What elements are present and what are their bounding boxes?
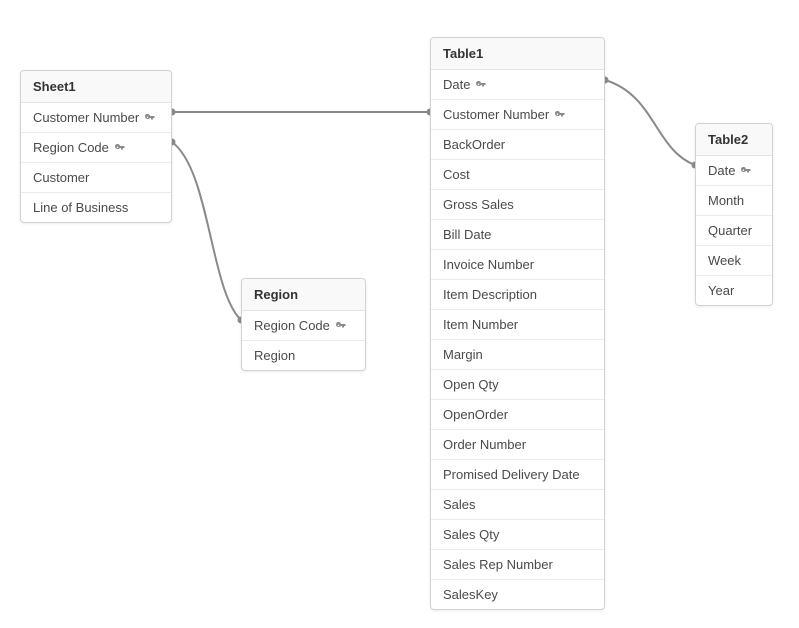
field-row[interactable]: Sales Rep Number: [431, 549, 604, 579]
field-label: Item Description: [443, 287, 537, 302]
key-icon: [144, 112, 156, 124]
field-label: Item Number: [443, 317, 518, 332]
field-row[interactable]: Gross Sales: [431, 189, 604, 219]
table-title[interactable]: Table1: [431, 38, 604, 70]
key-icon: [335, 320, 347, 332]
field-row[interactable]: Cost: [431, 159, 604, 189]
table-body: Date Month Quarter Week Year: [696, 156, 772, 305]
field-row[interactable]: Line of Business: [21, 192, 171, 222]
field-row[interactable]: Customer: [21, 162, 171, 192]
field-label: Line of Business: [33, 200, 128, 215]
field-label: Sales: [443, 497, 476, 512]
key-icon: [740, 165, 752, 177]
field-row[interactable]: Bill Date: [431, 219, 604, 249]
field-row[interactable]: Sales Qty: [431, 519, 604, 549]
field-label: Customer: [33, 170, 89, 185]
field-row[interactable]: Region Code: [242, 311, 365, 340]
field-label: Region Code: [254, 318, 330, 333]
table-title[interactable]: Region: [242, 279, 365, 311]
field-label: Quarter: [708, 223, 752, 238]
table-table1[interactable]: Table1 Date Customer Number BackOrder Cost G…: [430, 37, 605, 610]
table-title[interactable]: Table2: [696, 124, 772, 156]
field-label: Bill Date: [443, 227, 491, 242]
field-label: Year: [708, 283, 734, 298]
field-label: Date: [443, 77, 470, 92]
field-label: Region: [254, 348, 295, 363]
field-label: OpenOrder: [443, 407, 508, 422]
field-row[interactable]: Week: [696, 245, 772, 275]
field-label: Customer Number: [33, 110, 139, 125]
table-region[interactable]: Region Region Code Region: [241, 278, 366, 371]
field-row[interactable]: Open Qty: [431, 369, 604, 399]
field-label: Customer Number: [443, 107, 549, 122]
field-row[interactable]: Sales: [431, 489, 604, 519]
field-label: Gross Sales: [443, 197, 514, 212]
field-label: Sales Qty: [443, 527, 499, 542]
field-row[interactable]: Region Code: [21, 132, 171, 162]
field-label: Month: [708, 193, 744, 208]
field-row[interactable]: SalesKey: [431, 579, 604, 609]
field-row[interactable]: Year: [696, 275, 772, 305]
field-label: Date: [708, 163, 735, 178]
field-row[interactable]: Date: [431, 70, 604, 99]
field-row[interactable]: OpenOrder: [431, 399, 604, 429]
field-row[interactable]: Margin: [431, 339, 604, 369]
field-row[interactable]: Region: [242, 340, 365, 370]
field-row[interactable]: Item Description: [431, 279, 604, 309]
table-body: Date Customer Number BackOrder Cost Gross Sa…: [431, 70, 604, 609]
field-row[interactable]: Customer Number: [431, 99, 604, 129]
key-icon: [475, 79, 487, 91]
field-row[interactable]: Order Number: [431, 429, 604, 459]
field-label: Invoice Number: [443, 257, 534, 272]
field-label: Sales Rep Number: [443, 557, 553, 572]
table-title[interactable]: Sheet1: [21, 71, 171, 103]
field-label: SalesKey: [443, 587, 498, 602]
field-row[interactable]: Quarter: [696, 215, 772, 245]
table-body: Customer Number Region Code Customer Line o…: [21, 103, 171, 222]
table-sheet1[interactable]: Sheet1 Customer NumberRegion CodeCustome…: [20, 70, 172, 223]
field-row[interactable]: Customer Number: [21, 103, 171, 132]
field-row[interactable]: Month: [696, 185, 772, 215]
field-label: Promised Delivery Date: [443, 467, 580, 482]
field-row[interactable]: Promised Delivery Date: [431, 459, 604, 489]
field-label: Margin: [443, 347, 483, 362]
field-label: Week: [708, 253, 741, 268]
field-row[interactable]: BackOrder: [431, 129, 604, 159]
field-label: Open Qty: [443, 377, 499, 392]
field-label: Cost: [443, 167, 470, 182]
field-label: Order Number: [443, 437, 526, 452]
key-icon: [114, 142, 126, 154]
field-label: BackOrder: [443, 137, 505, 152]
field-label: Region Code: [33, 140, 109, 155]
table-table2[interactable]: Table2 Date Month Quarter Week Year: [695, 123, 773, 306]
table-body: Region Code Region: [242, 311, 365, 370]
field-row[interactable]: Item Number: [431, 309, 604, 339]
field-row[interactable]: Invoice Number: [431, 249, 604, 279]
key-icon: [554, 109, 566, 121]
field-row[interactable]: Date: [696, 156, 772, 185]
